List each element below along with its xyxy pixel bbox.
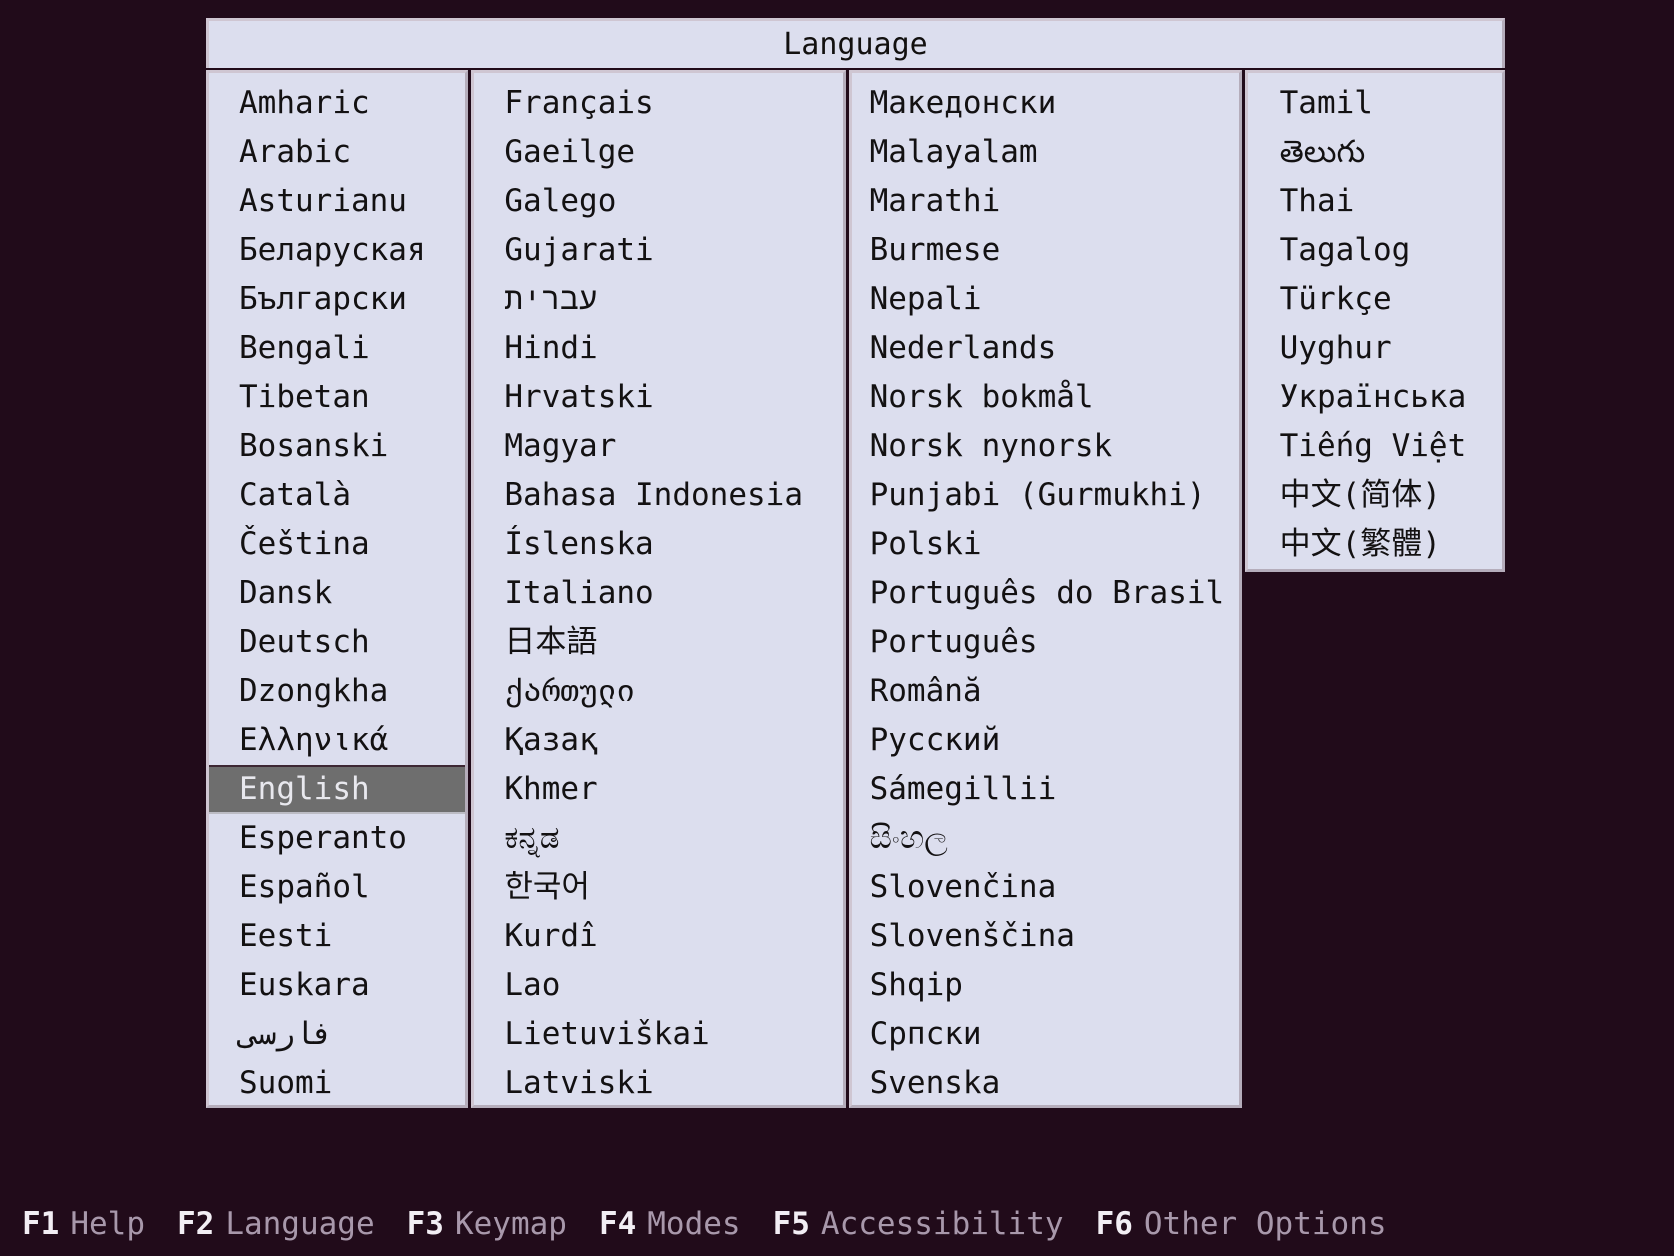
fkey-f2[interactable]: F2 xyxy=(177,1206,214,1242)
language-item[interactable]: Türkçe xyxy=(1248,275,1502,324)
language-item[interactable]: Norsk bokmål xyxy=(852,373,1239,422)
language-item[interactable]: Magyar xyxy=(474,422,842,471)
language-column-4: Tamil తెలుగు Thai Tagalog Türkçe Uyghur Україн… xyxy=(1244,70,1506,572)
language-column-1-list: Amharic Arabic Asturianu Беларуская Българск… xyxy=(209,73,466,1105)
language-item[interactable]: Français xyxy=(474,79,842,128)
language-column-3: Македонски Malayalam Marathi Burmese Nepali N… xyxy=(848,70,1242,1108)
language-column-4-list: Tamil తెలుగు Thai Tagalog Türkçe Uyghur Україн… xyxy=(1248,73,1502,569)
language-item[interactable]: Čeština xyxy=(209,520,465,569)
fkey-f5-label[interactable]: Accessibility xyxy=(821,1206,1064,1242)
language-item[interactable]: Norsk nynorsk xyxy=(852,422,1239,471)
language-item[interactable]: Íslenska xyxy=(474,520,842,569)
language-item[interactable]: ಕನ್ನಡ xyxy=(474,814,842,863)
fkey-f1[interactable]: F1 xyxy=(22,1206,59,1242)
language-item[interactable]: 한국어 xyxy=(474,863,842,912)
language-item[interactable]: 日本語 xyxy=(474,618,842,667)
fkey-f1-label[interactable]: Help xyxy=(70,1206,145,1242)
installer-boot-screen: Language Amharic Arabic Asturianu Беларуска… xyxy=(0,0,1674,1256)
dialog-titlebar: Language xyxy=(206,18,1505,68)
language-item[interactable]: Lietuviškai xyxy=(474,1010,842,1059)
language-item[interactable]: Nederlands xyxy=(852,324,1239,373)
language-item[interactable]: Burmese xyxy=(852,226,1239,275)
language-item[interactable]: Italiano xyxy=(474,569,842,618)
language-item[interactable]: Svenska xyxy=(852,1059,1239,1105)
language-item[interactable]: Қазақ xyxy=(474,716,842,765)
language-item[interactable]: Македонски xyxy=(852,79,1239,128)
language-item[interactable]: Asturianu xyxy=(209,177,465,226)
language-item[interactable]: Tibetan xyxy=(209,373,465,422)
language-column-3-list: Македонски Malayalam Marathi Burmese Nepali N… xyxy=(852,73,1239,1105)
language-item[interactable]: Bosanski xyxy=(209,422,465,471)
language-item[interactable]: Lao xyxy=(474,961,842,1010)
language-item[interactable]: Sámegillii xyxy=(852,765,1239,814)
language-item[interactable]: Dzongkha xyxy=(209,667,465,716)
language-item[interactable]: Suomi xyxy=(209,1059,465,1105)
language-item[interactable]: Hindi xyxy=(474,324,842,373)
language-column-1: Amharic Arabic Asturianu Беларуская Българск… xyxy=(206,70,469,1108)
fkey-f6[interactable]: F6 xyxy=(1096,1206,1133,1242)
language-item[interactable]: Deutsch xyxy=(209,618,465,667)
fkey-f6-label[interactable]: Other Options xyxy=(1144,1206,1387,1242)
fkey-f4-label[interactable]: Modes xyxy=(647,1206,740,1242)
language-item[interactable]: Thai xyxy=(1248,177,1502,226)
language-item[interactable]: සිංහල xyxy=(852,814,1239,863)
language-item[interactable]: Slovenščina xyxy=(852,912,1239,961)
language-item[interactable]: Українська xyxy=(1248,373,1502,422)
language-item[interactable]: 中文(繁體) xyxy=(1248,520,1502,569)
language-item[interactable]: Marathi xyxy=(852,177,1239,226)
function-key-bar: F1 Help F2 Language F3 Keymap F4 Modes F5 Accessi… xyxy=(22,1206,1387,1242)
language-item[interactable]: Српски xyxy=(852,1010,1239,1059)
language-item[interactable]: Hrvatski xyxy=(474,373,842,422)
language-item[interactable]: Български xyxy=(209,275,465,324)
language-selection-dialog: Language Amharic Arabic Asturianu Беларуска… xyxy=(206,18,1506,1108)
language-item[interactable]: Polski xyxy=(852,520,1239,569)
language-item[interactable]: Português xyxy=(852,618,1239,667)
language-item[interactable]: Esperanto xyxy=(209,814,465,863)
language-item[interactable]: فارسی xyxy=(209,1010,465,1059)
language-item[interactable]: עברית xyxy=(474,275,842,324)
language-item[interactable]: Tagalog xyxy=(1248,226,1502,275)
language-item[interactable]: Gujarati xyxy=(474,226,842,275)
language-column-2-list: Français Gaeilge Galego Gujarati עברית Hindi H… xyxy=(474,73,842,1105)
language-item-selected[interactable]: English xyxy=(209,765,466,814)
language-column-2: Français Gaeilge Galego Gujarati עברית Hindi H… xyxy=(471,70,846,1108)
language-item[interactable]: Ελληνικά xyxy=(209,716,465,765)
language-item[interactable]: Русский xyxy=(852,716,1239,765)
page-title: Language xyxy=(783,26,928,62)
language-item[interactable]: Uyghur xyxy=(1248,324,1502,373)
language-item[interactable]: Amharic xyxy=(209,79,465,128)
language-item[interactable]: Tiếng Việt xyxy=(1248,422,1502,471)
language-item[interactable]: Shqip xyxy=(852,961,1239,1010)
language-item[interactable]: Arabic xyxy=(209,128,465,177)
language-item[interactable]: Khmer xyxy=(474,765,842,814)
language-item[interactable]: Eesti xyxy=(209,912,465,961)
fkey-f2-label[interactable]: Language xyxy=(225,1206,374,1242)
language-item[interactable]: Català xyxy=(209,471,465,520)
language-item[interactable]: Português do Brasil xyxy=(852,569,1239,618)
language-item[interactable]: Nepali xyxy=(852,275,1239,324)
language-item[interactable]: ქართული xyxy=(474,667,842,716)
language-item[interactable]: Slovenčina xyxy=(852,863,1239,912)
language-item[interactable]: Gaeilge xyxy=(474,128,842,177)
language-item[interactable]: 中文(简体) xyxy=(1248,471,1502,520)
language-item[interactable]: Galego xyxy=(474,177,842,226)
fkey-f3-label[interactable]: Keymap xyxy=(455,1206,567,1242)
language-item[interactable]: తెలుగు xyxy=(1248,128,1502,177)
language-item[interactable]: Română xyxy=(852,667,1239,716)
language-item[interactable]: Latviski xyxy=(474,1059,842,1105)
language-item[interactable]: Tamil xyxy=(1248,79,1502,128)
language-item[interactable]: Español xyxy=(209,863,465,912)
language-item[interactable]: Dansk xyxy=(209,569,465,618)
language-item[interactable]: Bahasa Indonesia xyxy=(474,471,842,520)
language-item[interactable]: Punjabi (Gurmukhi) xyxy=(852,471,1239,520)
language-columns: Amharic Arabic Asturianu Беларуская Българск… xyxy=(206,70,1506,1108)
language-item[interactable]: Kurdî xyxy=(474,912,842,961)
fkey-f3[interactable]: F3 xyxy=(407,1206,444,1242)
language-item[interactable]: Euskara xyxy=(209,961,465,1010)
language-item[interactable]: Беларуская xyxy=(209,226,465,275)
fkey-f4[interactable]: F4 xyxy=(599,1206,636,1242)
language-item[interactable]: Malayalam xyxy=(852,128,1239,177)
fkey-f5[interactable]: F5 xyxy=(773,1206,810,1242)
language-item[interactable]: Bengali xyxy=(209,324,465,373)
